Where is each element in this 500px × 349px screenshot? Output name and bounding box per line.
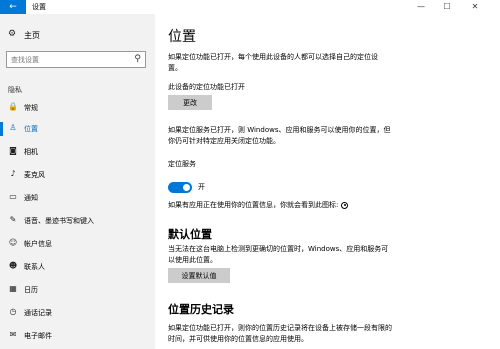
sidebar-item-label: 联系人 bbox=[24, 263, 45, 271]
search-icon[interactable]: ⚲ bbox=[134, 54, 141, 64]
back-arrow-icon: ← bbox=[9, 2, 17, 12]
location-history-title: 位置历史记录 bbox=[168, 303, 234, 316]
sidebar-item-label: 通话记录 bbox=[24, 309, 52, 317]
sidebar-item-ink[interactable]: ✎ 语音、墨迹书写和键入 bbox=[0, 211, 155, 231]
sidebar-item-microphone[interactable]: ♪ 麦克风 bbox=[0, 165, 155, 185]
search-box[interactable]: ⚲ bbox=[6, 51, 146, 68]
location-in-use-icon bbox=[341, 201, 349, 209]
sidebar-item-notification[interactable]: ▭ 通知 bbox=[0, 188, 155, 208]
device-status-text: 此设备的定位功能已打开 bbox=[168, 83, 245, 91]
location-history-description: 如果定位功能已打开，则你的位置历史记录将在设备上被存储一段有限的时间，并可供使用… bbox=[168, 324, 392, 343]
sidebar-item-label: 位置 bbox=[24, 125, 38, 133]
minimize-icon: — bbox=[417, 2, 425, 11]
set-default-button[interactable]: 设置默认值 bbox=[168, 268, 230, 283]
search-input[interactable] bbox=[11, 54, 121, 65]
maximize-button[interactable]: ☐ bbox=[434, 0, 460, 14]
maximize-icon: ☐ bbox=[443, 2, 451, 11]
icon-note: 如果有应用正在使用你的位置信息，你就会看到此图标: bbox=[168, 200, 349, 211]
icon-note-text: 如果有应用正在使用你的位置信息，你就会看到此图标: bbox=[168, 201, 339, 209]
default-location-description: 当无法在这台电脑上检测到更确切的位置时，Windows、应用和服务可以使用此位置… bbox=[168, 245, 389, 264]
title-bar: ← 设置 — ☐ ✕ bbox=[0, 0, 500, 14]
sidebar-item-label: 相机 bbox=[24, 148, 38, 156]
back-button[interactable]: ← bbox=[0, 0, 26, 14]
service-description: 如果定位服务已打开，则 Windows、应用和服务可以使用你的位置，但你仍可针对… bbox=[168, 126, 391, 145]
sidebar-item-label: 日历 bbox=[24, 286, 38, 294]
close-button[interactable]: ✕ bbox=[462, 0, 488, 14]
change-button[interactable]: 更改 bbox=[168, 95, 212, 110]
calendar-icon: ▦ bbox=[9, 284, 17, 293]
sidebar-item-label: 电子邮件 bbox=[24, 332, 52, 340]
default-location-title: 默认位置 bbox=[168, 228, 212, 241]
window-title: 设置 bbox=[32, 3, 46, 11]
sidebar-item-label: 帐户信息 bbox=[24, 240, 52, 248]
intro-text: 如果定位功能已打开，每个使用此设备的人都可以选择自己的定位设置。 bbox=[168, 53, 378, 72]
ink-icon: ✎ bbox=[9, 215, 17, 224]
sidebar-home-label: 主页 bbox=[24, 31, 40, 40]
location-icon: ♙ bbox=[9, 123, 17, 132]
sidebar-item-account[interactable]: ☺ 帐户信息 bbox=[0, 234, 155, 254]
gear-icon: ⚙ bbox=[8, 29, 17, 39]
lock-icon: 🔒 bbox=[8, 102, 18, 111]
sidebar-item-label: 常规 bbox=[24, 104, 38, 112]
contacts-icon: ☻ bbox=[8, 261, 18, 270]
sidebar-item-contacts[interactable]: ☻ 联系人 bbox=[0, 257, 155, 277]
location-service-toggle[interactable] bbox=[168, 182, 192, 193]
sidebar-item-camera[interactable]: ◙ 相机 bbox=[0, 142, 155, 162]
toggle-knob bbox=[183, 184, 190, 191]
call-history-icon: ◷ bbox=[9, 307, 17, 316]
main-content: 位置 如果定位功能已打开，每个使用此设备的人都可以选择自己的定位设置。 此设备的… bbox=[155, 14, 500, 349]
service-label: 定位服务 bbox=[168, 160, 196, 168]
page-title: 位置 bbox=[168, 29, 196, 45]
toggle-state-label: 开 bbox=[198, 183, 205, 191]
sidebar-item-call-history[interactable]: ◷ 通话记录 bbox=[0, 303, 155, 323]
camera-icon: ◙ bbox=[9, 146, 17, 155]
sidebar-item-calendar[interactable]: ▦ 日历 bbox=[0, 280, 155, 300]
sidebar-home[interactable]: ⚙ 主页 bbox=[0, 26, 155, 44]
sidebar: ⚙ 主页 ⚲ 隐私 🔒 常规 ♙ 位置 ◙ 相机 ♪ 麦克风 ▭ 通知 ✎ 语音、墨迹书写和键入 ☺ 帐户… bbox=[0, 14, 155, 349]
sidebar-item-lock[interactable]: 🔒 常规 bbox=[0, 98, 155, 118]
microphone-icon: ♪ bbox=[10, 169, 16, 178]
sidebar-item-label: 麦克风 bbox=[24, 171, 45, 179]
notification-icon: ▭ bbox=[9, 192, 17, 201]
sidebar-item-location[interactable]: ♙ 位置 bbox=[0, 119, 155, 139]
sidebar-item-label: 通知 bbox=[24, 194, 38, 202]
minimize-button[interactable]: — bbox=[408, 0, 434, 14]
sidebar-item-mail[interactable]: ✉ 电子邮件 bbox=[0, 326, 155, 346]
mail-icon: ✉ bbox=[9, 330, 17, 339]
sidebar-group-label: 隐私 bbox=[8, 86, 22, 94]
close-icon: ✕ bbox=[471, 2, 479, 11]
account-icon: ☺ bbox=[8, 238, 18, 247]
sidebar-item-label: 语音、墨迹书写和键入 bbox=[24, 217, 94, 225]
